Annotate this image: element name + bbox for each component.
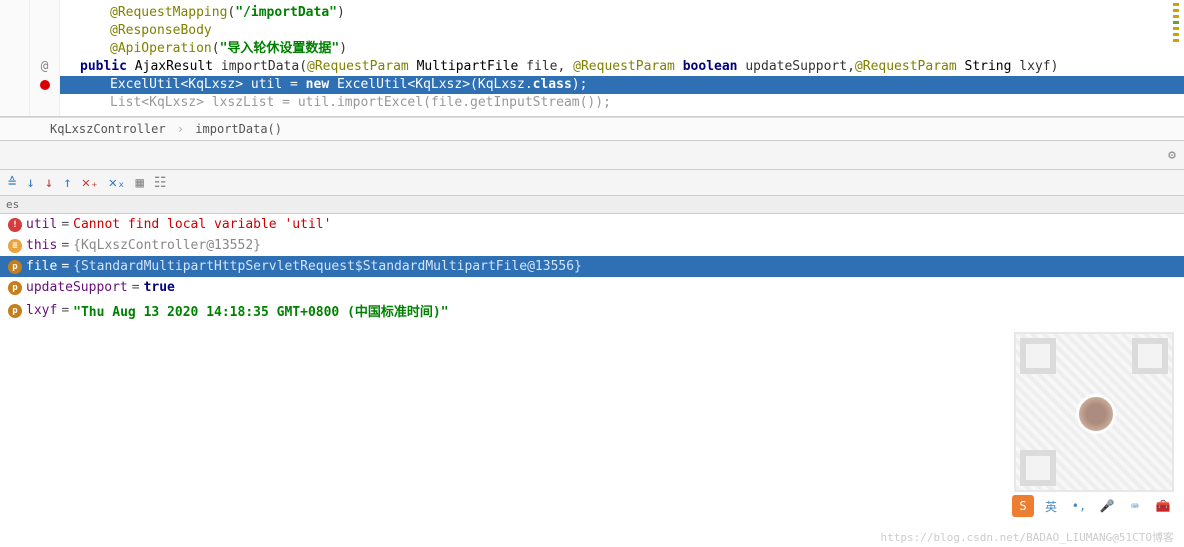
arrow-down-icon[interactable]: ↓	[26, 175, 34, 191]
arrow-up-icon[interactable]: ↑	[63, 175, 71, 191]
watch-toolbar: ≙ ↓ ↓ ↑ ✕₊ ✕ₓ ▦ ☷	[0, 170, 1184, 196]
code-editor[interactable]: @ @RequestMapping("/importData") @Respon…	[0, 0, 1184, 117]
code-line-current[interactable]: ExcelUtil<KqLxsz> util = new ExcelUtil<K…	[60, 76, 1184, 94]
param-badge-icon: p	[8, 304, 22, 318]
remove-icon[interactable]: ✕₊	[82, 175, 99, 191]
code-line[interactable]: List<KqLxsz> lxszList = util.importExcel…	[60, 94, 1184, 112]
avatar-icon	[1076, 394, 1116, 434]
chevron-right-icon: ›	[177, 122, 184, 136]
variable-row[interactable]: ! util = Cannot find local variable 'uti…	[0, 214, 1184, 235]
keyboard-icon[interactable]: ⌨	[1124, 495, 1146, 517]
toolbox-icon[interactable]: 🧰	[1152, 495, 1174, 517]
variable-row[interactable]: p lxyf = "Thu Aug 13 2020 14:18:35 GMT+0…	[0, 298, 1184, 323]
code-line[interactable]: @ApiOperation("导入轮休设置数据")	[60, 40, 1184, 58]
qrcode-overlay	[1014, 332, 1174, 492]
calculator-icon[interactable]: ▦	[135, 175, 143, 191]
line-number-gutter	[0, 0, 30, 116]
breadcrumb[interactable]: KqLxszController › importData()	[0, 117, 1184, 140]
watermark: https://blog.csdn.net/BADAO_LIUMANG@51CT…	[880, 529, 1174, 545]
sogou-ime-icon[interactable]: S	[1012, 495, 1034, 517]
breakpoint-icon[interactable]	[40, 80, 50, 90]
variable-row[interactable]: p updateSupport = true	[0, 277, 1184, 298]
code-line[interactable]: public AjaxResult importData(@RequestPar…	[60, 58, 1184, 76]
object-badge-icon: ≡	[8, 239, 22, 253]
mic-icon[interactable]: 🎤	[1096, 495, 1118, 517]
remove-all-icon[interactable]: ✕ₓ	[109, 175, 126, 191]
error-badge-icon: !	[8, 218, 22, 232]
param-badge-icon: p	[8, 260, 22, 274]
variable-row-selected[interactable]: p file = {StandardMultipartHttpServletRe…	[0, 256, 1184, 277]
variables-panel[interactable]: ! util = Cannot find local variable 'uti…	[0, 214, 1184, 323]
arrow-down-red-icon[interactable]: ↓	[45, 175, 53, 191]
ime-lang-icon[interactable]: 英	[1040, 495, 1062, 517]
system-tray: S 英 •, 🎤 ⌨ 🧰	[1012, 495, 1174, 517]
breadcrumb-method[interactable]: importData()	[195, 122, 282, 136]
code-area[interactable]: @RequestMapping("/importData") @Response…	[60, 0, 1184, 116]
new-watch-icon[interactable]: ≙	[8, 175, 16, 191]
param-badge-icon: p	[8, 281, 22, 295]
code-line[interactable]: @RequestMapping("/importData")	[60, 4, 1184, 22]
variable-row[interactable]: ≡ this = {KqLxszController@13552}	[0, 235, 1184, 256]
code-line[interactable]: @ResponseBody	[60, 22, 1184, 40]
punct-icon[interactable]: •,	[1068, 495, 1090, 517]
tab-strip[interactable]: es	[0, 196, 1184, 214]
layout-icon[interactable]: ☷	[154, 175, 167, 191]
debug-toolbar: ⚙	[0, 140, 1184, 170]
marker-stripe	[1173, 3, 1181, 45]
breadcrumb-class[interactable]: KqLxszController	[50, 122, 166, 136]
gear-icon[interactable]: ⚙	[1168, 148, 1176, 163]
breakpoint-gutter[interactable]: @	[30, 0, 60, 116]
